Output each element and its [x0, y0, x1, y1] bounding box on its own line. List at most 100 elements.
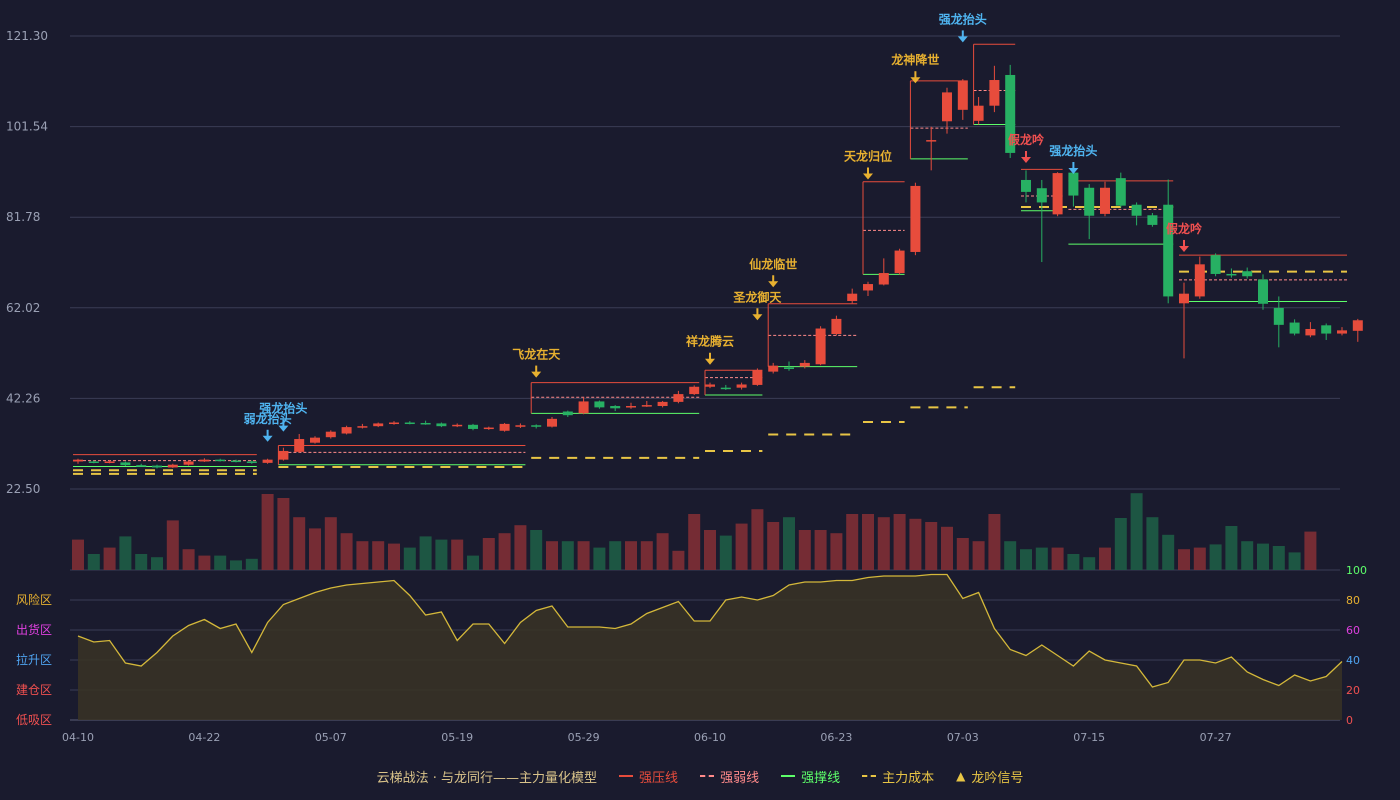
volume-bar — [324, 517, 337, 570]
zone-label-bottom: 低吸区 — [16, 713, 52, 727]
volume-bars — [72, 493, 1317, 570]
signal-label: 假龙吟 — [1166, 221, 1202, 236]
volume-bar — [941, 526, 953, 570]
date-tick-label: 04-10 — [62, 731, 94, 744]
candle-body — [1068, 172, 1079, 196]
legend: 云梯战法 · 与龙同行——主力量化模型 强压线 强弱线 强撑线 主力成本 ▲ 龙吟… — [0, 764, 1400, 788]
price-tick-label: 101.54 — [6, 120, 48, 134]
candle-body — [294, 439, 305, 452]
volume-bar — [1067, 554, 1080, 570]
volume-bar — [925, 522, 938, 570]
legend-strong-support-label: 强撑线 — [801, 770, 841, 786]
volume-bar — [467, 555, 479, 570]
candle-body — [1258, 279, 1268, 304]
candle-body — [1021, 179, 1031, 192]
date-tick-label: 07-27 — [1200, 731, 1232, 744]
candle-body — [1100, 187, 1110, 214]
volume-bar — [625, 541, 637, 570]
signal-label: 祥龙腾云 — [686, 334, 734, 349]
signal-arrow-icon — [262, 435, 273, 442]
volume-bar — [340, 533, 353, 570]
price-tick-label: 121.30 — [6, 29, 48, 43]
candle-body — [847, 293, 858, 302]
volume-bar — [198, 555, 211, 570]
zone-label-risk: 风险区 — [16, 592, 52, 607]
signal-label: 圣龙御天 — [732, 289, 782, 304]
signal-arrow-icon — [863, 173, 873, 180]
zone-label-rally: 拉升区 — [16, 652, 52, 667]
candle-body — [673, 394, 684, 402]
signal-arrow-icon — [705, 358, 715, 365]
volume-bar — [261, 494, 274, 570]
volume-bar — [561, 541, 574, 570]
date-tick-label: 06-10 — [694, 731, 726, 744]
signal-label: 强龙抬头 — [259, 401, 307, 416]
volume-bar — [1272, 546, 1285, 570]
osc-tick-label: 60 — [1346, 624, 1360, 637]
volume-bar — [719, 535, 732, 570]
volume-bar — [783, 517, 795, 570]
volume-bar — [356, 541, 369, 570]
volume-bar — [1035, 547, 1048, 570]
volume-bar — [1288, 552, 1301, 570]
date-tick-label: 05-29 — [568, 731, 600, 744]
legend-title: 云梯战法 · 与龙同行——主力量化模型 — [377, 767, 597, 786]
volume-bar — [1146, 517, 1159, 570]
volume-bar — [72, 539, 84, 570]
legend-strong-weak-label: 强弱线 — [720, 770, 760, 786]
candle-body — [926, 140, 937, 142]
signal-label: 强龙抬头 — [1049, 143, 1097, 158]
volume-bar — [1114, 518, 1127, 570]
candle-body — [784, 367, 794, 369]
candle-body — [325, 431, 336, 438]
candle-body — [389, 422, 399, 425]
legend-strong-pressure-label: 强压线 — [639, 770, 679, 786]
volume-bar — [862, 514, 874, 570]
signal-label: 天龙归位 — [844, 149, 892, 164]
candle-body — [1321, 325, 1332, 334]
volume-bar — [1162, 534, 1175, 570]
volume-bar — [846, 514, 859, 570]
candle-body — [1273, 307, 1284, 325]
oscillator-area — [78, 574, 1342, 720]
zone-label-accumulate: 建仓区 — [16, 683, 52, 697]
volume-bar — [1257, 543, 1269, 570]
zone-label-distribution: 出货区 — [16, 622, 52, 637]
candle-body — [531, 425, 542, 427]
candle-body — [736, 384, 747, 388]
candle-body — [73, 459, 83, 462]
candle-body — [468, 424, 478, 429]
volume-bar — [435, 539, 448, 570]
date-tick-label: 07-15 — [1073, 731, 1105, 744]
volume-bar — [1004, 541, 1017, 570]
triangle-icon: ▲ — [956, 769, 966, 783]
volume-bar — [1225, 526, 1238, 570]
signal-arrow-icon — [278, 425, 289, 432]
volume-bar — [230, 560, 242, 570]
candle-body — [152, 465, 162, 468]
volume-bar — [151, 557, 163, 570]
signal-label: 仙龙临世 — [749, 256, 797, 271]
legend-strong-weak: 强弱线 — [700, 767, 759, 786]
date-tick-label: 05-19 — [441, 731, 473, 744]
volume-bar — [656, 533, 669, 570]
volume-bar — [372, 541, 385, 570]
candle-body — [1210, 255, 1221, 274]
candle-body — [136, 465, 147, 467]
volume-bar — [672, 550, 685, 570]
signal-arrow-icon — [910, 77, 921, 84]
volume-bar — [1020, 549, 1032, 570]
candle-body — [578, 401, 589, 414]
candle-body — [720, 387, 731, 390]
date-tick-label: 07-03 — [947, 731, 979, 744]
candle-body — [452, 424, 463, 427]
volume-bar — [1209, 544, 1222, 570]
volume-bar — [688, 514, 701, 570]
volume-bar — [1193, 547, 1206, 570]
osc-tick-label: 40 — [1346, 654, 1360, 667]
price-axis: 121.30 101.54 81.78 62.02 42.26 22.50 — [6, 29, 48, 496]
volume-bar — [798, 530, 811, 570]
legend-main-cost: 主力成本 — [862, 767, 934, 786]
signal-label: 强龙抬头 — [939, 11, 987, 26]
volume-bar — [767, 522, 780, 570]
